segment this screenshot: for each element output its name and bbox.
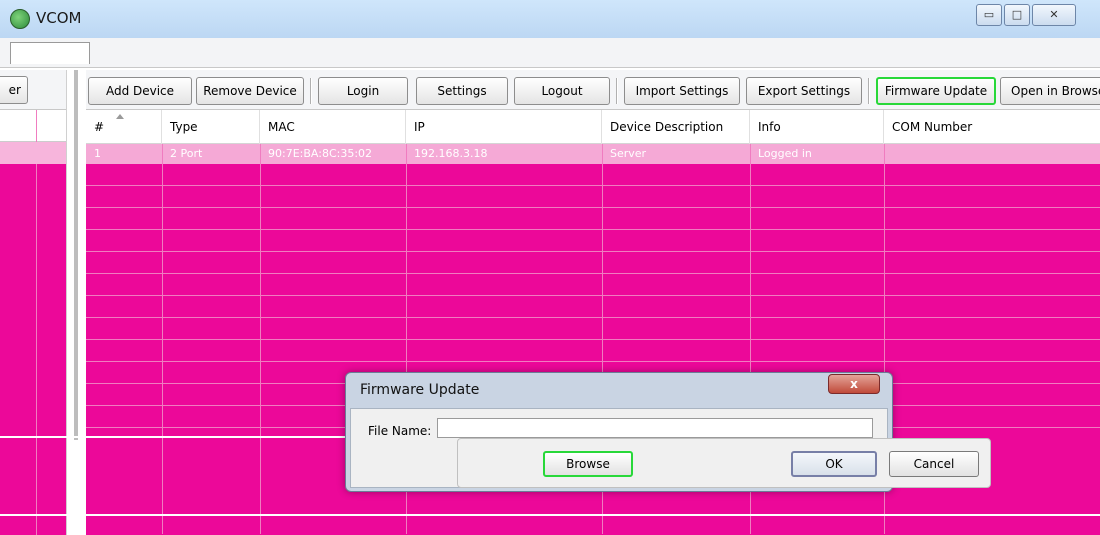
cell-type: 2 Port (170, 147, 203, 160)
remove-device-button[interactable]: Remove Device (196, 77, 304, 105)
dialog-title: Firmware Update (360, 382, 480, 398)
toolbar-separator (868, 78, 870, 104)
cancel-button[interactable]: Cancel (889, 451, 979, 477)
grid-line (260, 144, 261, 534)
grid-line (86, 339, 1100, 340)
grid-line (86, 207, 1100, 208)
open-in-browser-button[interactable]: Open in Browse (1000, 77, 1100, 105)
column-header-index[interactable]: # (86, 110, 162, 144)
close-window-button[interactable]: ✕ (1032, 4, 1076, 26)
column-header-type[interactable]: Type (162, 110, 260, 144)
grid-line (86, 295, 1100, 296)
splitter-handle[interactable] (74, 70, 78, 440)
left-list-selected-row[interactable] (0, 142, 66, 164)
settings-button[interactable]: Settings (416, 77, 508, 105)
toolbar-separator (616, 78, 618, 104)
tab-active[interactable] (10, 42, 90, 64)
firmware-update-button[interactable]: Firmware Update (876, 77, 996, 105)
ok-button[interactable]: OK (791, 451, 877, 477)
minimize-button[interactable]: ▭ (976, 4, 1002, 26)
file-name-label: File Name: (368, 424, 432, 438)
app-title: VCOM (36, 9, 82, 27)
logout-button[interactable]: Logout (514, 77, 610, 105)
browse-button[interactable]: Browse (543, 451, 633, 477)
render-artifact (0, 514, 1100, 516)
column-header-description[interactable]: Device Description (602, 110, 750, 144)
dialog-close-button[interactable]: x (828, 374, 880, 394)
grid-line (162, 144, 163, 534)
login-button[interactable]: Login (318, 77, 408, 105)
tab-strip (0, 38, 1100, 68)
maximize-button[interactable]: □ (1004, 4, 1030, 26)
grid-line (86, 273, 1100, 274)
title-bar (0, 0, 1100, 38)
add-device-button[interactable]: Add Device (88, 77, 192, 105)
table-header: # Type MAC IP Device Description Info CO… (86, 110, 1100, 144)
cell-mac: 90:7E:BA:8C:35:02 (268, 147, 373, 160)
column-header-ip[interactable]: IP (406, 110, 602, 144)
grid-line (86, 229, 1100, 230)
cell-description: Server (610, 147, 647, 160)
cell-ip: 192.168.3.18 (414, 147, 488, 160)
left-list-divider (36, 110, 37, 535)
sort-arrow-icon[interactable] (116, 114, 124, 119)
grid-line (86, 317, 1100, 318)
left-list-header (0, 110, 66, 142)
file-name-input[interactable] (437, 418, 873, 438)
export-settings-button[interactable]: Export Settings (746, 77, 862, 105)
cell-info: Logged in (758, 147, 812, 160)
table-row[interactable]: 1 2 Port 90:7E:BA:8C:35:02 192.168.3.18 … (86, 144, 1100, 164)
column-header-com-number[interactable]: COM Number (884, 110, 1100, 144)
import-settings-button[interactable]: Import Settings (624, 77, 740, 105)
column-header-info[interactable]: Info (750, 110, 884, 144)
grid-line (86, 251, 1100, 252)
toolbar-separator (310, 78, 312, 104)
cell-com-number (884, 144, 1100, 164)
column-header-mac[interactable]: MAC (260, 110, 406, 144)
grid-line (86, 185, 1100, 186)
left-toolbar-button[interactable]: er (0, 76, 28, 104)
grid-line (86, 361, 1100, 362)
cell-index: 1 (94, 147, 101, 160)
globe-icon (10, 9, 30, 29)
